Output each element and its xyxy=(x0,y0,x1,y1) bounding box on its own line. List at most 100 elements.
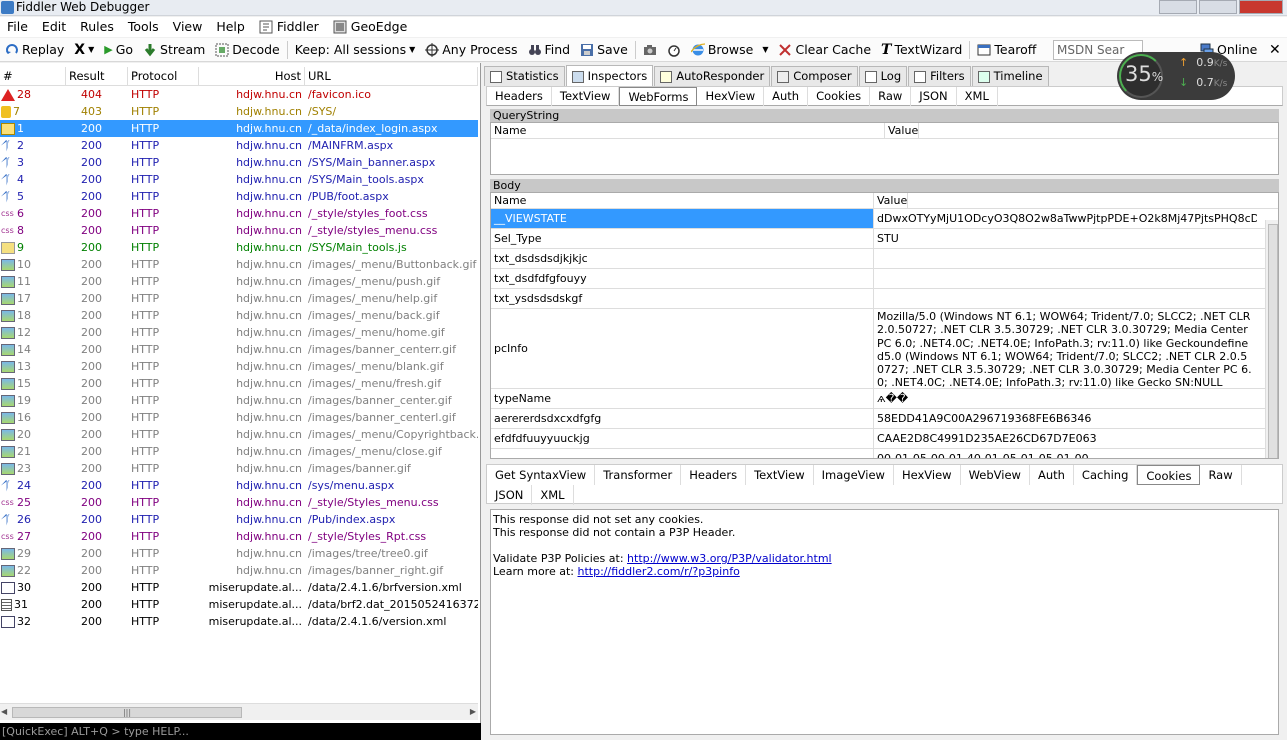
body-row[interactable]: typeName ѧ�� xyxy=(491,389,1278,409)
body-row[interactable]: txt_dsdfdfgfouyy xyxy=(491,269,1278,289)
request-tab-cookies[interactable]: Cookies xyxy=(808,87,871,106)
tab-timeline[interactable]: Timeline xyxy=(971,66,1049,86)
tearoff-button[interactable]: Tearoff xyxy=(972,39,1041,61)
p3pinfo-link[interactable]: http://fiddler2.com/r/?p3pinfo xyxy=(578,565,740,578)
response-tab-get-syntaxview[interactable]: Get SyntaxView xyxy=(487,465,596,485)
response-tab-textview[interactable]: TextView xyxy=(746,465,814,485)
col-header-host[interactable]: Host xyxy=(199,67,305,86)
session-row[interactable]: 7 403 HTTP hdjw.hnu.cn/SYS/ xyxy=(0,103,478,120)
col-header-url[interactable]: URL xyxy=(305,67,478,86)
textwizard-button[interactable]: T TextWizard xyxy=(876,39,967,61)
body-col-value[interactable]: Value xyxy=(874,193,909,208)
col-header-protocol[interactable]: Protocol xyxy=(128,67,199,86)
screenshot-button[interactable] xyxy=(638,39,662,61)
body-row[interactable]: txt_dsdsdsdjkjkjc xyxy=(491,249,1278,269)
quickexec-input[interactable]: [QuickExec] ALT+Q > type HELP... xyxy=(0,723,481,740)
close-toolbar-icon[interactable]: ✕ xyxy=(1269,40,1281,60)
validator-link[interactable]: http://www.w3.org/P3P/validator.html xyxy=(627,552,832,565)
replay-button[interactable]: Replay xyxy=(0,39,69,61)
scroll-right-icon[interactable]: ▶ xyxy=(470,707,476,716)
maximize-button[interactable] xyxy=(1199,0,1237,14)
qs-col-value[interactable]: Value xyxy=(885,123,920,138)
body-row[interactable]: __VIEWSTATE dDwxOTYyMjU1ODcyO3Q8O2w8aTwwP… xyxy=(491,209,1278,229)
sessions-list[interactable]: # Result Protocol Host URL 28 404 HTTP hdjw… xyxy=(0,63,481,723)
response-tab-cookies[interactable]: Cookies xyxy=(1137,465,1201,485)
find-button[interactable]: Find xyxy=(523,39,576,61)
request-tab-xml[interactable]: XML xyxy=(957,87,998,106)
session-row[interactable]: 4 200 HTTP hdjw.hnu.cn/SYS/Main_tools.aspx xyxy=(0,171,478,188)
session-row[interactable]: 13 200 HTTP hdjw.hnu.cn/images/_menu/blank.… xyxy=(0,358,478,375)
session-row[interactable]: 21 200 HTTP hdjw.hnu.cn/images/_menu/close.… xyxy=(0,443,478,460)
response-tab-headers[interactable]: Headers xyxy=(681,465,747,485)
session-row[interactable]: 30 200 HTTP miserupdate.al... /data/2.4.1.6/… xyxy=(0,579,478,596)
body-row[interactable]: txt_ysdsdsdskgf xyxy=(491,289,1278,309)
tab-inspectors[interactable]: Inspectors xyxy=(565,65,654,87)
session-row[interactable]: 20 200 HTTP hdjw.hnu.cn/images/_menu/Copyri… xyxy=(0,426,478,443)
body-grid[interactable]: Name Value __VIEWSTATE dDwxOTYyMjU1ODcyO3… xyxy=(490,192,1279,459)
session-row[interactable]: 26 200 HTTP hdjw.hnu.cn/Pub/index.aspx xyxy=(0,511,478,528)
remove-button[interactable]: X ▼ xyxy=(69,39,99,61)
body-vertical-scrollbar[interactable] xyxy=(1265,220,1278,458)
stream-button[interactable]: Stream xyxy=(138,39,210,61)
request-tab-textview[interactable]: TextView xyxy=(552,87,620,106)
session-row[interactable]: 31 200 HTTP miserupdate.al... /data/brf2.dat… xyxy=(0,596,478,613)
session-row[interactable]: 16 200 HTTP hdjw.hnu.cn/images/banner_cente… xyxy=(0,409,478,426)
col-header-result[interactable]: Result xyxy=(66,67,128,86)
session-row[interactable]: 22 200 HTTP hdjw.hnu.cn/images/banner_right… xyxy=(0,562,478,579)
request-tab-hexview[interactable]: HexView xyxy=(697,87,765,106)
tab-log[interactable]: Log xyxy=(858,66,908,86)
qs-col-name[interactable]: Name xyxy=(491,123,885,138)
browse-button[interactable]: Browse ▼ xyxy=(686,39,774,61)
request-tab-webforms[interactable]: WebForms xyxy=(619,87,698,106)
keep-sessions-dropdown[interactable]: Keep: All sessions ▼ xyxy=(290,39,420,61)
session-row[interactable]: 10 200 HTTP hdjw.hnu.cn/images/_menu/Button… xyxy=(0,256,478,273)
body-col-name[interactable]: Name xyxy=(491,193,874,208)
minimize-button[interactable] xyxy=(1159,0,1197,14)
body-row[interactable]: efdfdfuuyyuuckjg CAAE2D8C4991D235AE26CD67… xyxy=(491,429,1278,449)
session-row[interactable]: 19 200 HTTP hdjw.hnu.cn/images/banner_cente… xyxy=(0,392,478,409)
request-tab-headers[interactable]: Headers xyxy=(487,87,552,106)
response-tab-raw[interactable]: Raw xyxy=(1200,465,1242,485)
request-tab-auth[interactable]: Auth xyxy=(764,87,809,106)
sessions-horizontal-scrollbar[interactable]: ◀ ||| ▶ xyxy=(0,703,478,720)
menu-tools[interactable]: Tools xyxy=(121,17,166,37)
col-header-num[interactable]: # xyxy=(0,67,66,86)
response-tab-hexview[interactable]: HexView xyxy=(894,465,961,485)
session-row[interactable]: 28 404 HTTP hdjw.hnu.cn/favicon.ico xyxy=(0,86,478,103)
tab-filters[interactable]: Filters xyxy=(908,66,971,86)
session-row[interactable]: 32 200 HTTP miserupdate.al... /data/2.4.1.6/… xyxy=(0,613,478,630)
session-row[interactable]: 23 200 HTTP hdjw.hnu.cn/images/banner.gif xyxy=(0,460,478,477)
session-row[interactable]: css 8 200 HTTP hdjw.hnu.cn /_style/styles_men… xyxy=(0,222,478,239)
save-button[interactable]: Save xyxy=(575,39,633,61)
response-tab-auth[interactable]: Auth xyxy=(1030,465,1074,485)
menu-edit[interactable]: Edit xyxy=(35,17,73,37)
session-row[interactable]: 24 200 HTTP hdjw.hnu.cn/sys/menu.aspx xyxy=(0,477,478,494)
body-row[interactable]: aerererdsdxcxdfgfg 58EDD41A9C00A296719368… xyxy=(491,409,1278,429)
tab-composer[interactable]: Composer xyxy=(771,66,858,86)
session-row[interactable]: css 25 200 HTTP hdjw.hnu.cn /_style/Styles_me… xyxy=(0,494,478,511)
response-tab-webview[interactable]: WebView xyxy=(961,465,1030,485)
tab-statistics[interactable]: Statistics xyxy=(484,66,565,86)
querystring-grid[interactable]: Name Value xyxy=(490,122,1279,175)
timer-button[interactable] xyxy=(662,39,686,61)
decode-button[interactable]: Decode xyxy=(210,39,284,61)
menu-rules[interactable]: Rules xyxy=(73,17,121,37)
any-process-button[interactable]: Any Process xyxy=(420,39,522,61)
session-row[interactable]: 15 200 HTTP hdjw.hnu.cn/images/_menu/fresh.… xyxy=(0,375,478,392)
menu-help[interactable]: Help xyxy=(209,17,252,37)
menu-view[interactable]: View xyxy=(166,17,210,37)
session-row[interactable]: 18 200 HTTP hdjw.hnu.cn/images/_menu/back.g… xyxy=(0,307,478,324)
menu-fiddler[interactable]: Fiddler xyxy=(252,17,326,37)
tab-autoresponder[interactable]: AutoResponder xyxy=(654,66,771,86)
body-row[interactable]: 00-01-05-00-01-40-01-05-01-05-01-00 xyxy=(491,449,1278,458)
body-row[interactable]: pcInfo Mozilla/5.0 (Windows NT 6.1; WOW64… xyxy=(491,309,1278,389)
request-tab-raw[interactable]: Raw xyxy=(870,87,912,106)
response-tab-transformer[interactable]: Transformer xyxy=(595,465,682,485)
session-row[interactable]: 29 200 HTTP hdjw.hnu.cn/images/tree/tree0.g… xyxy=(0,545,478,562)
menu-geoedge[interactable]: GeoEdge xyxy=(326,17,414,37)
session-row[interactable]: 3 200 HTTP hdjw.hnu.cn/SYS/Main_banner.aspx xyxy=(0,154,478,171)
response-tab-json[interactable]: JSON xyxy=(487,485,533,505)
session-row[interactable]: 5 200 HTTP hdjw.hnu.cn/PUB/foot.aspx xyxy=(0,188,478,205)
session-row[interactable]: css 6 200 HTTP hdjw.hnu.cn /_style/styles_foo… xyxy=(0,205,478,222)
session-row[interactable]: 11 200 HTTP hdjw.hnu.cn/images/_menu/push.g… xyxy=(0,273,478,290)
